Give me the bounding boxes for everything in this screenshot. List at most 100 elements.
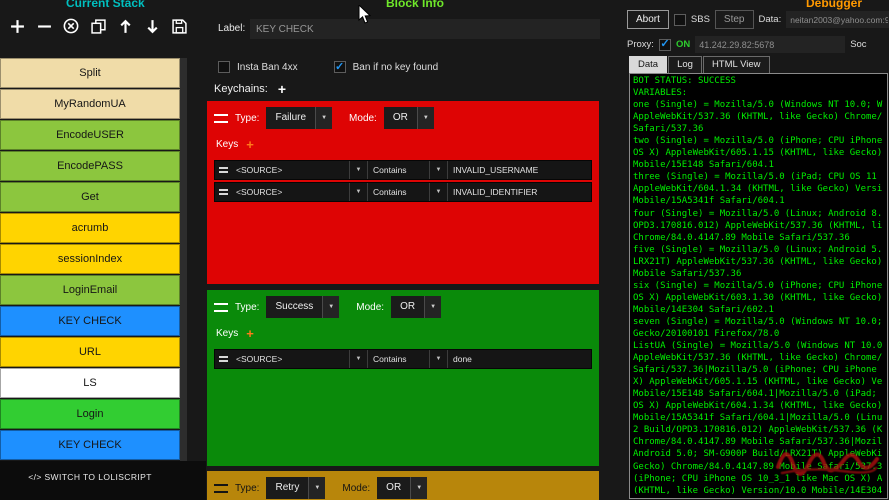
proxy-input[interactable] [695,36,845,53]
switch-to-loliscript-button[interactable]: </> SWITCH TO LOLISCRIPT [0,472,180,482]
key-condition-select[interactable]: Contains [367,183,429,201]
chevron-down-icon [424,296,441,318]
stack-item-keycheck-1[interactable]: KEY CHECK [0,306,180,336]
drag-handle-icon[interactable] [215,161,231,179]
log-line: two (Single) = Mozilla/5.0 (iPhone; CPU … [633,135,884,147]
drag-handle-icon[interactable] [214,484,228,493]
proxy-type-select[interactable]: Soc [850,39,866,50]
log-line: AppleWebKit/537.36 (KHTML, like Gecko) C… [633,111,884,123]
drag-handle-icon[interactable] [214,114,228,123]
log-line: Chrome/84.0.4147.89 Mobile Safari/537.36 [633,232,884,244]
chevron-down-icon[interactable] [349,161,367,179]
stack-item-loginemail[interactable]: LoginEmail [0,275,180,305]
tab-data[interactable]: Data [629,56,667,74]
key-row[interactable]: <SOURCE> Contains INVALID_IDENTIFIER [214,182,592,202]
drag-handle-icon[interactable] [215,183,231,201]
mode-label: Mode: [342,483,370,494]
stack-item-encodepass[interactable]: EncodePASS [0,151,180,181]
tab-html-view[interactable]: HTML View [703,56,770,74]
current-stack-list: Split MyRandomUA EncodeUSER EncodePASS G… [0,58,180,461]
chevron-down-icon[interactable] [349,350,367,368]
clear-stack-button[interactable] [61,15,81,37]
proxy-label: Proxy: [627,39,654,50]
keychain-type-select[interactable]: Failure [266,107,332,129]
log-line: BOT STATUS: SUCCESS [633,75,884,87]
add-key-button[interactable] [246,138,254,151]
stack-item-get[interactable]: Get [0,182,180,212]
sbs-checkbox[interactable] [674,14,686,26]
key-source-select[interactable]: <SOURCE> [231,183,349,201]
chevron-down-icon[interactable] [429,350,447,368]
key-condition-select[interactable]: Contains [367,350,429,368]
block-label-input[interactable] [250,19,600,39]
log-line: Mobile/15E148 Safari/604.1 [633,159,884,171]
openbullet-window: Current Stack Block Info Debugger Label:… [0,0,889,500]
keychain-mode-select[interactable]: OR [384,107,434,129]
log-line: Mobile/14E304 Safari/602.1 [633,304,884,316]
x-circle-icon [63,18,79,34]
stack-item-keycheck-2[interactable]: KEY CHECK [0,430,180,460]
stack-item-acrumb[interactable]: acrumb [0,213,180,243]
stack-item-myrandomua[interactable]: MyRandomUA [0,89,180,119]
add-block-button[interactable] [7,15,27,37]
tab-log[interactable]: Log [668,56,702,74]
log-line: seven (Single) = Mozilla/5.0 (Windows NT… [633,316,884,328]
save-config-button[interactable] [169,15,189,37]
chevron-down-icon[interactable] [349,183,367,201]
ban-no-key-checkbox[interactable] [334,61,346,73]
log-line: OS X) AppleWebKit/605.1.15 (KHTML, like … [633,147,884,159]
log-output: BOT STATUS: SUCCESSVARIABLES:one (Single… [629,73,888,499]
keychain-mode-select[interactable]: OR [391,296,441,318]
chevron-down-icon[interactable] [429,161,447,179]
clone-block-button[interactable] [88,15,108,37]
add-keychain-button[interactable] [278,82,286,96]
abort-button[interactable]: Abort [627,10,669,29]
log-line: Mobile/15E148 Safari/604.1|Mozilla/5.0 (… [633,388,884,400]
type-select-value: Failure [266,107,315,129]
mode-select-value: OR [377,477,410,499]
key-source-select[interactable]: <SOURCE> [231,350,349,368]
ban-options-row: Insta Ban 4xx Ban if no key found [218,61,438,73]
insta-ban-checkbox[interactable] [218,61,230,73]
stack-item-encodeuser[interactable]: EncodeUSER [0,120,180,150]
keychain-type-select[interactable]: Success [266,296,339,318]
log-line: OS X) AppleWebKit/604.1.34 (KHTML, like … [633,400,884,412]
key-value-input[interactable]: done [447,350,591,368]
key-row[interactable]: <SOURCE> Contains done [214,349,592,369]
key-value-input[interactable]: INVALID_IDENTIFIER [447,183,591,201]
proxy-checkbox[interactable] [659,39,671,51]
move-up-button[interactable] [115,15,135,37]
mode-select-value: OR [384,107,417,129]
log-line: Mobile Safari/537.36 [633,268,884,280]
key-condition-select[interactable]: Contains [367,161,429,179]
minus-icon [37,19,52,34]
stack-item-login[interactable]: Login [0,399,180,429]
stack-item-ls[interactable]: LS [0,368,180,398]
chevron-down-icon [315,107,332,129]
log-line: Android 5.0; SM-G900P Build/LRX21T) Appl… [633,448,884,460]
arrow-up-icon [118,19,133,34]
data-input[interactable] [786,11,889,28]
stack-item-split[interactable]: Split [0,58,180,88]
drag-handle-icon[interactable] [215,350,231,368]
stack-item-url[interactable]: URL [0,337,180,367]
log-line: VARIABLES: [633,87,884,99]
keychain-type-select[interactable]: Retry [266,477,325,499]
type-label: Type: [235,483,259,494]
chevron-down-icon [410,477,427,499]
move-down-button[interactable] [142,15,162,37]
drag-handle-icon[interactable] [214,303,228,312]
key-source-select[interactable]: <SOURCE> [231,161,349,179]
add-key-button[interactable] [246,327,254,340]
chevron-down-icon[interactable] [429,183,447,201]
key-value-input[interactable]: INVALID_USERNAME [447,161,591,179]
stack-item-sessionindex[interactable]: sessionIndex [0,244,180,274]
step-button[interactable]: Step [715,10,754,29]
key-row[interactable]: <SOURCE> Contains INVALID_USERNAME [214,160,592,180]
remove-block-button[interactable] [34,15,54,37]
keychain-failure: Type: Failure Mode: OR Keys <SOURCE> Con… [207,101,599,284]
log-line: five (Single) = Mozilla/5.0 (Linux; Andr… [633,244,884,256]
stack-scrollbar[interactable] [180,58,187,487]
chevron-down-icon [308,477,325,499]
keychain-mode-select[interactable]: OR [377,477,427,499]
